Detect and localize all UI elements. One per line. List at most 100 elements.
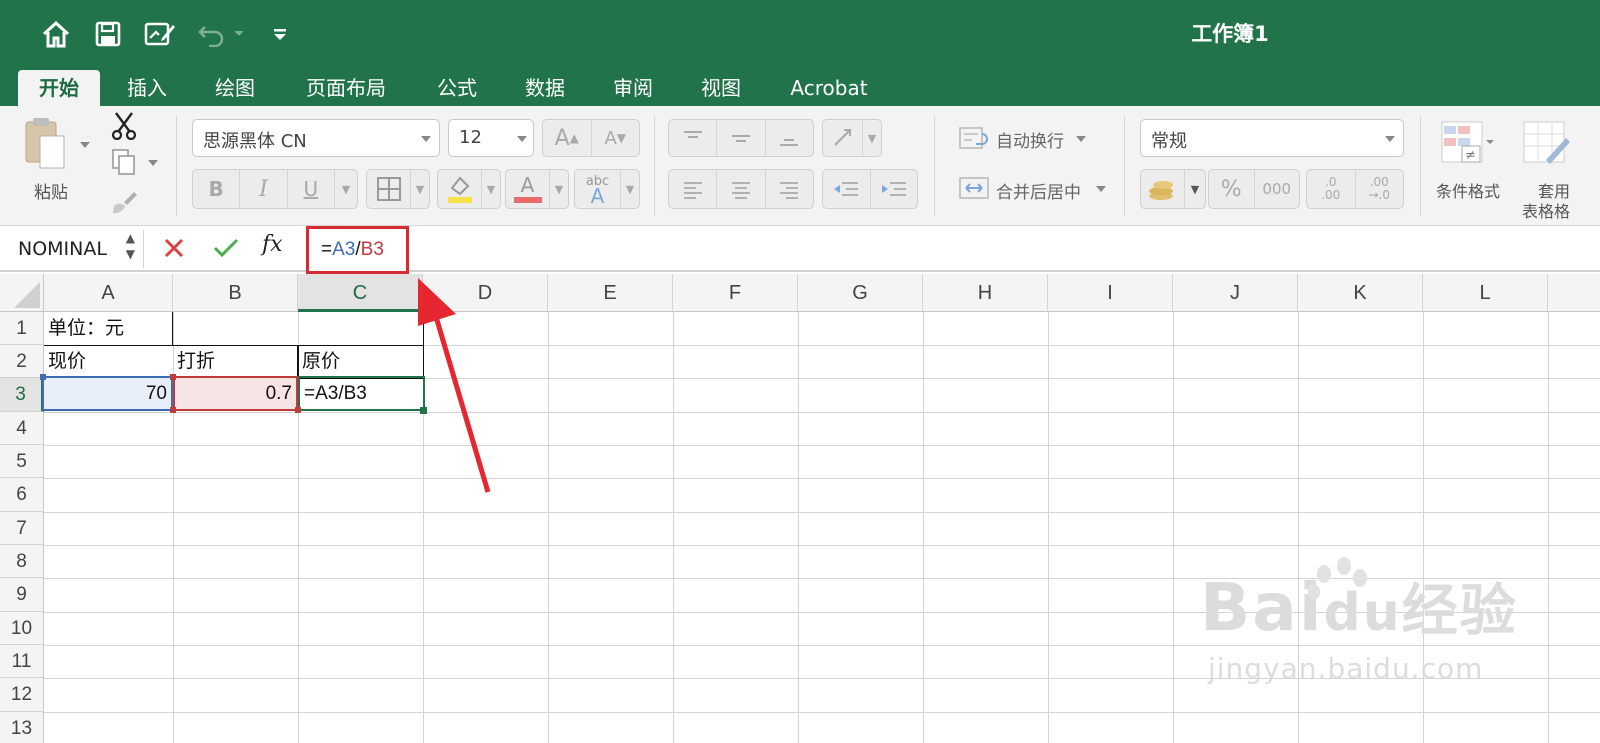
currency-button[interactable]: ▼ (1140, 169, 1206, 209)
borders-button[interactable]: ▼ (366, 169, 430, 209)
range-handle[interactable] (40, 374, 46, 380)
align-top-button[interactable] (669, 120, 718, 156)
align-right-button[interactable] (766, 170, 813, 208)
column-header-selected[interactable]: C (298, 274, 423, 312)
cell-a2[interactable]: 现价 (44, 345, 173, 378)
align-bottom-button[interactable] (766, 120, 813, 156)
column-header[interactable]: E (548, 274, 673, 312)
paste-icon[interactable] (20, 116, 76, 172)
cancel-icon[interactable] (162, 236, 188, 262)
thousands-button[interactable]: 000 (1255, 170, 1300, 208)
decrease-decimal-button[interactable]: .00 →.0 (1356, 170, 1404, 208)
align-middle-button[interactable] (717, 120, 766, 156)
column-header[interactable]: I (1048, 274, 1173, 312)
row-header[interactable]: 8 (0, 545, 44, 578)
scissors-icon[interactable] (110, 110, 138, 141)
range-handle[interactable] (170, 374, 176, 380)
save-icon[interactable] (92, 14, 124, 54)
cell-b3[interactable]: 0.7 (173, 376, 298, 411)
paste-dropdown[interactable] (80, 142, 90, 148)
row-header[interactable]: 9 (0, 578, 44, 612)
underline-button[interactable]: U (288, 170, 335, 208)
tab-view[interactable]: 视图 (682, 70, 760, 106)
conditional-format-icon[interactable]: ≠ (1440, 120, 1496, 168)
tab-page-layout[interactable]: 页面布局 (290, 70, 402, 106)
orientation-button[interactable]: ▼ (822, 119, 882, 157)
tab-data[interactable]: 数据 (506, 70, 584, 106)
increase-decimal-button[interactable]: .0.00 (1307, 170, 1356, 208)
confirm-icon[interactable] (212, 236, 240, 262)
row-header[interactable]: 2 (0, 345, 44, 378)
cell-a1[interactable]: 单位：元 (44, 312, 173, 345)
decrease-indent-button[interactable] (823, 170, 871, 208)
underline-dropdown[interactable]: ▼ (335, 170, 357, 208)
undo-icon[interactable] (196, 14, 248, 54)
font-name-select[interactable]: 思源黑体 CN (192, 119, 440, 157)
cell-c3-active[interactable]: =A3/B3 (298, 376, 425, 411)
edit-icon[interactable] (142, 14, 178, 54)
customize-icon[interactable] (268, 14, 292, 54)
tab-home[interactable]: 开始 (18, 70, 100, 106)
percent-button[interactable]: % (1209, 170, 1255, 208)
column-header[interactable]: B (173, 274, 298, 312)
wrap-text-label[interactable]: 自动换行 (996, 127, 1064, 152)
grow-font-button[interactable]: A ▲ (543, 120, 592, 156)
row-header[interactable]: 4 (0, 412, 44, 445)
wrap-text-icon[interactable] (958, 124, 992, 152)
column-header[interactable]: L (1423, 274, 1548, 312)
row-header[interactable]: 7 (0, 512, 44, 545)
row-header[interactable]: 6 (0, 478, 44, 512)
font-size-select[interactable]: 12 (448, 119, 534, 157)
formula-input[interactable]: =A3/B3 (306, 226, 409, 274)
column-header[interactable]: A (44, 274, 173, 312)
copy-icon[interactable] (110, 148, 138, 176)
merge-center-icon[interactable] (958, 174, 992, 202)
conditional-format-label[interactable]: 条件格式 (1436, 178, 1500, 202)
row-header-selected[interactable]: 3 (0, 378, 44, 412)
tab-insert[interactable]: 插入 (108, 70, 186, 106)
range-handle[interactable] (295, 407, 301, 413)
format-painter-icon[interactable] (110, 188, 138, 216)
window-title: 工作簿1 (1191, 22, 1269, 46)
cell-b2[interactable]: 打折 (173, 345, 298, 378)
tab-review[interactable]: 审阅 (594, 70, 672, 106)
row-header[interactable]: 1 (0, 312, 44, 345)
shrink-font-button[interactable]: A ▼ (592, 120, 640, 156)
function-icon[interactable]: fx (262, 232, 292, 262)
chevron-down-icon[interactable] (1096, 186, 1106, 192)
number-format-select[interactable]: 常规 (1140, 119, 1404, 157)
range-handle[interactable] (170, 407, 176, 413)
font-color-button[interactable]: A ▼ (505, 169, 569, 209)
column-header[interactable]: J (1173, 274, 1298, 312)
merge-center-label[interactable]: 合并后居中 (996, 178, 1081, 203)
tab-acrobat[interactable]: Acrobat (778, 70, 880, 106)
row-header[interactable]: 10 (0, 612, 44, 645)
bold-button[interactable]: B (193, 170, 241, 208)
row-header[interactable]: 11 (0, 645, 44, 678)
chevron-down-icon[interactable] (1076, 136, 1086, 142)
align-left-button[interactable] (669, 170, 718, 208)
tab-draw[interactable]: 绘图 (196, 70, 274, 106)
copy-dropdown[interactable] (148, 160, 158, 166)
select-all-corner[interactable] (0, 274, 44, 312)
cell-c2[interactable]: 原价 (298, 345, 423, 378)
align-center-button[interactable] (717, 170, 766, 208)
table-format-icon[interactable] (1522, 120, 1572, 168)
column-header[interactable] (1548, 274, 1600, 312)
fill-color-button[interactable]: ▼ (437, 169, 501, 209)
row-header[interactable]: 12 (0, 678, 44, 712)
increase-indent-button[interactable] (871, 170, 918, 208)
row-header[interactable]: 13 (0, 712, 44, 743)
cell-a3[interactable]: 70 (42, 376, 173, 411)
column-header[interactable]: G (798, 274, 923, 312)
column-header[interactable]: F (673, 274, 798, 312)
column-header[interactable]: K (1298, 274, 1423, 312)
italic-button[interactable]: I (240, 170, 288, 208)
home-icon[interactable] (38, 14, 74, 54)
column-header[interactable]: H (923, 274, 1048, 312)
phonetic-button[interactable]: abc A ▼ (574, 169, 640, 209)
row-header[interactable]: 5 (0, 445, 44, 478)
name-box[interactable]: NOMINAL ▲ ▼ (4, 230, 144, 268)
name-box-stepper-icon[interactable]: ▲ ▼ (126, 230, 135, 262)
tab-formulas[interactable]: 公式 (418, 70, 496, 106)
